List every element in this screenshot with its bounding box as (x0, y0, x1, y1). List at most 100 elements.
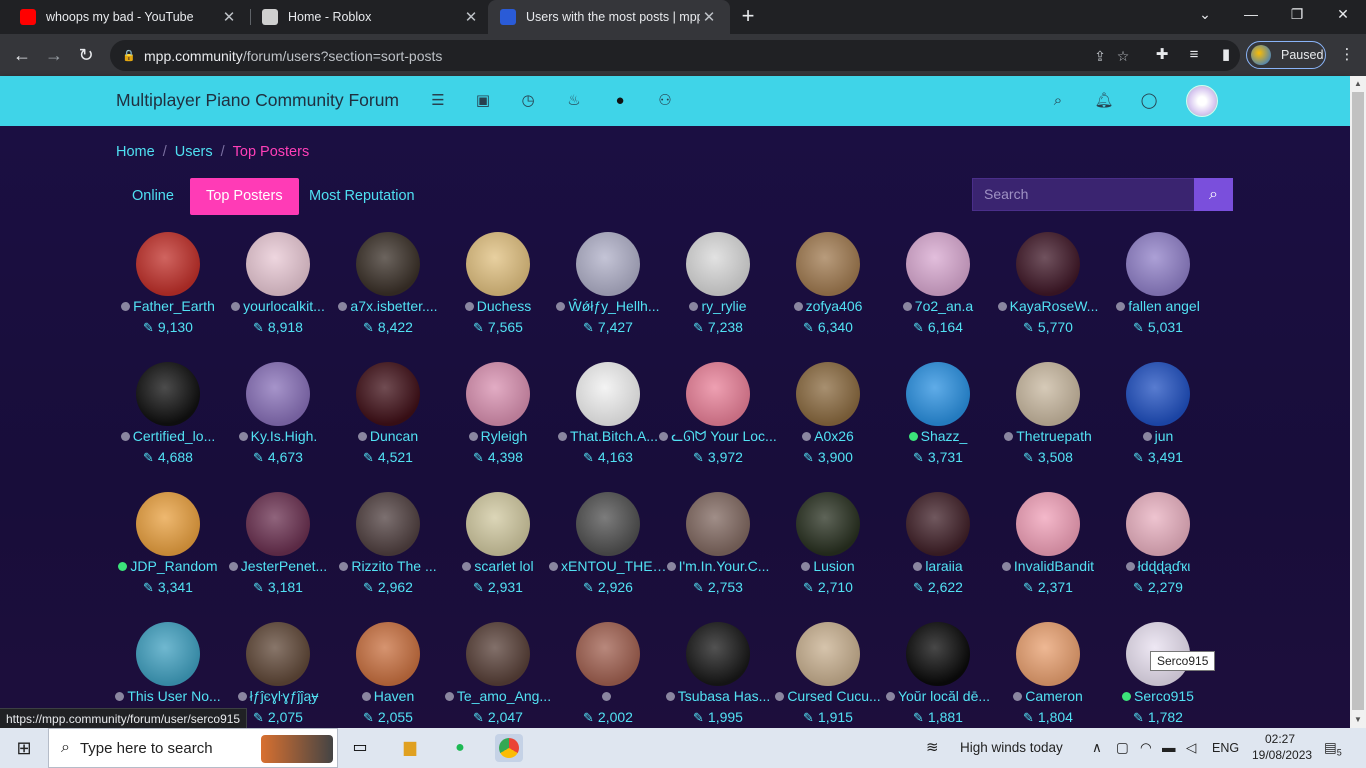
search-icon[interactable]: ⌕ (1048, 91, 1068, 111)
user-name-link[interactable]: fallen angel (1099, 298, 1217, 314)
breadcrumb-users[interactable]: Users (175, 144, 213, 160)
user-card[interactable]: That.Bitch.A... ✎ 4,163 (553, 362, 663, 482)
user-card[interactable]: xENTOU_THED... ✎ 2,926 (549, 492, 667, 612)
user-name-link[interactable]: That.Bitch.A... (549, 428, 667, 444)
user-avatar[interactable] (356, 622, 420, 686)
profile-button[interactable]: Paused (1246, 41, 1326, 69)
user-avatar[interactable] (356, 232, 420, 296)
user-avatar[interactable] (686, 492, 750, 556)
user-name-link[interactable]: ᓚᘏᗢ Your Loc... (659, 428, 777, 445)
scrollbar-thumb[interactable] (1352, 92, 1364, 710)
forward-button[interactable]: → (41, 42, 67, 68)
user-card[interactable]: JesterPenet... ✎ 3,181 (223, 492, 333, 612)
tab-roblox[interactable]: Home - Roblox ✕ (250, 0, 492, 34)
user-card[interactable]: jun ✎ 3,491 (1103, 362, 1213, 482)
address-bar[interactable]: 🔒 mpp.community/forum/users?section=sort… (110, 40, 1240, 71)
user-card[interactable]: Rizzito The ... ✎ 2,962 (333, 492, 443, 612)
user-name-link[interactable]: Cameron (989, 688, 1107, 704)
user-avatar[interactable] (246, 232, 310, 296)
user-name-link[interactable]: jun (1099, 428, 1217, 444)
user-card[interactable]: Ryleigh ✎ 4,398 (443, 362, 553, 482)
user-card[interactable]: 7o2_an.a ✎ 6,164 (883, 232, 993, 352)
user-card[interactable]: KayaRoseW... ✎ 5,770 (993, 232, 1103, 352)
users-icon[interactable]: ● (610, 91, 630, 111)
user-avatar[interactable] (466, 232, 530, 296)
user-card[interactable]: Certified_lo... ✎ 4,688 (113, 362, 223, 482)
minimize-button[interactable]: — (1228, 0, 1274, 30)
user-name-link[interactable]: Lusion (769, 558, 887, 574)
unread-inbox-icon[interactable]: ▣ (473, 91, 493, 111)
user-name-link[interactable]: JDP_Random (109, 558, 227, 574)
media-playlist-icon[interactable]: ≡ (1183, 44, 1205, 66)
search-button[interactable]: ⌕ (1194, 178, 1233, 211)
user-card[interactable]: Shazz_ ✎ 3,731 (883, 362, 993, 482)
weather-text[interactable]: High winds today (960, 728, 1063, 768)
user-avatar[interactable] (1126, 232, 1190, 296)
task-view-icon[interactable]: ▭ (346, 734, 374, 762)
user-card[interactable]: Tsubasa Has... ✎ 1,995 (663, 622, 773, 728)
share-icon[interactable]: ⇪ (1090, 46, 1110, 66)
user-avatar[interactable] (136, 492, 200, 556)
user-name-link[interactable]: JesterPenet... (219, 558, 337, 574)
user-avatar[interactable] (136, 622, 200, 686)
user-avatar[interactable] (136, 362, 200, 426)
user-card[interactable]: Lusion ✎ 2,710 (773, 492, 883, 612)
user-avatar[interactable] (356, 362, 420, 426)
tab-mpp-forum[interactable]: Users with the most posts | mpp.communit… (488, 0, 730, 34)
user-avatar[interactable] (686, 232, 750, 296)
user-avatar[interactable] (246, 492, 310, 556)
lock-icon[interactable]: 🔒 (122, 49, 136, 63)
network-icon[interactable]: ◠ (1140, 728, 1152, 768)
user-name-link[interactable]: scarlet lol (439, 558, 557, 574)
user-name-link[interactable]: Duchess (439, 298, 557, 314)
user-avatar[interactable] (1016, 622, 1080, 686)
meet-icon[interactable]: ▢ (1116, 728, 1129, 768)
user-name-link[interactable]: Te_amo_Ang... (439, 688, 557, 704)
user-name-link[interactable] (549, 688, 667, 704)
tab-search-chevron-icon[interactable]: ⌄ (1182, 0, 1228, 30)
user-name-link[interactable]: KayaRoseW... (989, 298, 1107, 314)
user-avatar[interactable] (1016, 492, 1080, 556)
weather-icon[interactable]: ≋ (926, 728, 939, 768)
user-name-link[interactable]: łdɖɖąɗҡι (1099, 558, 1217, 574)
user-card[interactable]: ᓚᘏᗢ Your Loc... ✎ 3,972 (659, 362, 777, 482)
user-avatar[interactable] (246, 362, 310, 426)
user-card[interactable]: Serco915 ✎ 1,782 (1103, 622, 1213, 728)
user-name-link[interactable]: Cursed Cucu... (769, 688, 887, 704)
user-card[interactable]: Yoŭr locăl dē... ✎ 1,881 (883, 622, 993, 728)
notifications-bell-icon[interactable]: 🔔︎ (1094, 91, 1114, 111)
scroll-down-arrow-icon[interactable]: ▼ (1350, 712, 1366, 728)
user-avatar[interactable] (576, 622, 640, 686)
user-card[interactable]: Duchess ✎ 7,565 (443, 232, 553, 352)
tray-overflow-icon[interactable]: ∧ (1092, 728, 1102, 768)
scroll-up-arrow-icon[interactable]: ▲ (1350, 76, 1366, 92)
user-name-link[interactable]: ry_rylie (659, 298, 777, 314)
user-name-link[interactable]: A0x26 (769, 428, 887, 444)
popular-fire-icon[interactable]: ♨ (564, 91, 584, 111)
user-card[interactable]: ry_rylie ✎ 7,238 (663, 232, 773, 352)
user-name-link[interactable]: Shazz_ (879, 428, 997, 444)
site-brand[interactable]: Multiplayer Piano Community Forum (116, 90, 399, 111)
user-avatar[interactable] (1126, 492, 1190, 556)
categories-list-icon[interactable]: ☰ (428, 91, 448, 111)
user-avatar[interactable] (906, 232, 970, 296)
user-card[interactable]: zofya406 ✎ 6,340 (773, 232, 883, 352)
user-name-link[interactable]: I'm.In.Your.C... (659, 558, 777, 574)
user-avatar[interactable] (1126, 362, 1190, 426)
user-name-link[interactable]: yourlocalkit... (219, 298, 337, 314)
notifications-icon[interactable]: ▤5 (1324, 728, 1342, 768)
tab-most-reputation[interactable]: Most Reputation (293, 178, 431, 215)
user-avatar[interactable] (906, 362, 970, 426)
user-card[interactable]: Cursed Cucu... ✎ 1,915 (773, 622, 883, 728)
user-card[interactable]: ✎ 2,002 (553, 622, 663, 728)
user-avatar[interactable] (686, 622, 750, 686)
tab-youtube[interactable]: whoops my bad - YouTube ✕ (8, 0, 250, 34)
tab-online[interactable]: Online (116, 178, 190, 215)
taskbar-search-input[interactable]: ⌕ Type here to search (48, 728, 338, 768)
user-avatar[interactable] (1016, 232, 1080, 296)
extensions-puzzle-icon[interactable]: ✚ (1151, 44, 1173, 66)
new-tab-button[interactable]: + (736, 5, 760, 29)
user-card[interactable]: I'm.In.Your.C... ✎ 2,753 (663, 492, 773, 612)
user-avatar[interactable] (686, 362, 750, 426)
user-avatar[interactable] (906, 492, 970, 556)
